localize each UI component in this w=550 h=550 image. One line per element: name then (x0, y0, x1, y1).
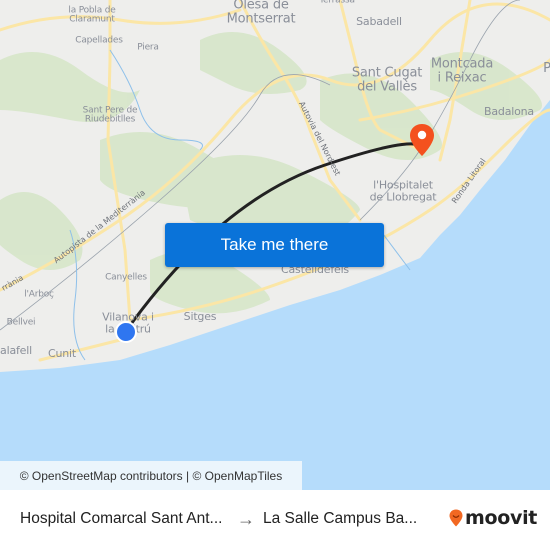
place-label: Canyelles (105, 272, 147, 283)
place-label: Sabadell (356, 15, 402, 29)
place-label: Cunit (48, 347, 76, 361)
place-label: la Pobla de Claramunt (68, 5, 116, 25)
place-label: Sant Pere de Riudebitlles (82, 105, 138, 125)
place-label: Capellades (75, 35, 123, 46)
sea (0, 100, 550, 490)
place-label: Sant Cugat del Vallès (351, 65, 423, 94)
place-label: Montcada i Reixac (430, 56, 494, 85)
place-label: Terrassa (319, 0, 355, 6)
moovit-pin-icon (449, 509, 463, 527)
arrow-right-icon: → (237, 509, 255, 529)
take-me-there-button[interactable]: Take me there (165, 223, 384, 267)
origin-name: Hospital Comarcal Sant Ant... (20, 510, 223, 527)
place-label: l'Arboç (24, 289, 54, 300)
place-label: Olesa de Montserrat (226, 0, 296, 26)
map-view[interactable]: la Pobla de Claramunt Olesa de Montserrat … (0, 0, 550, 490)
place-label: Piera (137, 42, 159, 53)
place-label: alafell (0, 344, 32, 358)
map-attribution[interactable]: © OpenStreetMap contributors | © OpenMap… (0, 461, 302, 490)
origin-marker-icon[interactable] (115, 321, 137, 343)
moovit-logo[interactable]: moovit (449, 507, 537, 529)
destination-name: La Salle Campus Ba... (263, 510, 418, 527)
place-label: l'Hospitalet de Llobregat (369, 178, 437, 203)
place-label: Badalona (484, 105, 534, 119)
place-label: P (543, 61, 550, 77)
place-label: Sitges (183, 310, 217, 324)
brand-name: moovit (465, 507, 538, 529)
route-footer: Hospital Comarcal Sant Ant... → La Salle… (0, 490, 550, 550)
place-label: Bellvei (6, 317, 36, 328)
destination-pin-icon[interactable] (409, 123, 435, 157)
